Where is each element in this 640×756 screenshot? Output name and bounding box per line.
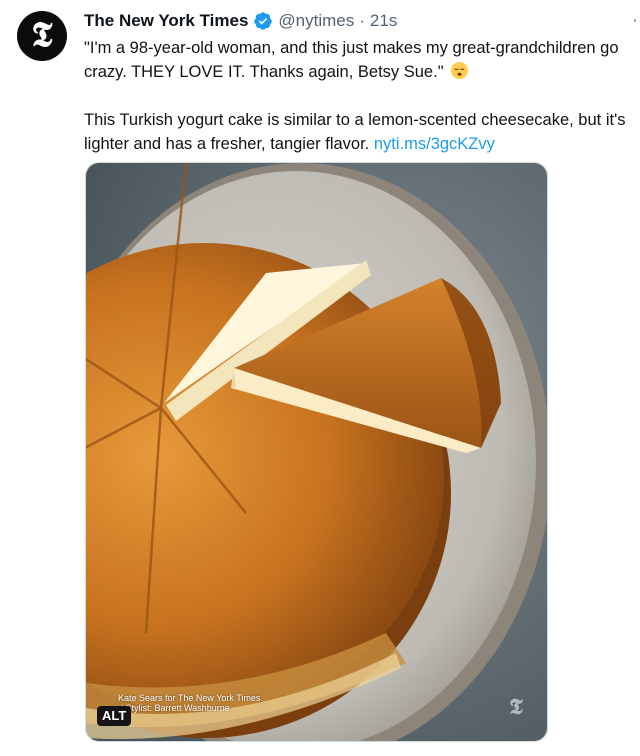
body-line-2-text: lighter and has a fresher, tangier flavo…: [84, 135, 370, 153]
body-line-2: lighter and has a fresher, tangier flavo…: [84, 132, 640, 156]
quote-line-1: "I'm a 98-year-old woman, and this just …: [84, 39, 619, 57]
body-line-1: This Turkish yogurt cake is similar to a…: [84, 111, 626, 129]
tweet[interactable]: 𝕿 The New York Times @nytimes · 21s · "I…: [0, 0, 640, 756]
quote-line-2: crazy. THEY LOVE IT. Thanks again, Betsy…: [84, 60, 640, 84]
timestamp[interactable]: 21s: [370, 11, 397, 31]
account-handle[interactable]: @nytimes: [278, 11, 354, 31]
more-options-icon[interactable]: ·: [632, 10, 638, 30]
nyt-logo-icon: 𝕿: [31, 15, 53, 55]
verified-badge-icon: [254, 12, 273, 30]
account-name[interactable]: The New York Times: [84, 11, 248, 31]
tweet-header: The New York Times @nytimes · 21s: [84, 10, 397, 32]
alt-text-button[interactable]: ALT: [97, 706, 132, 726]
photo-credit-line-1: Kate Sears for The New York Times: [118, 693, 261, 703]
nyt-watermark-icon: 𝕿: [509, 694, 523, 720]
quote-line-2-text: crazy. THEY LOVE IT. Thanks again, Betsy…: [84, 63, 444, 81]
separator-dot: ·: [359, 11, 365, 30]
photo-credit-line-2: d Stylist: Barrett Washburne: [118, 703, 230, 713]
relieved-face-emoji-icon: [451, 61, 469, 80]
photo-credit: Kate Sears for The New York Times d Styl…: [118, 693, 260, 713]
tweet-media-photo[interactable]: [85, 162, 548, 742]
avatar[interactable]: 𝕿: [17, 11, 67, 61]
cake-photo: [86, 163, 547, 741]
article-link[interactable]: nyti.ms/3gcKZvy: [374, 135, 495, 153]
tweet-text: "I'm a 98-year-old woman, and this just …: [84, 36, 640, 156]
